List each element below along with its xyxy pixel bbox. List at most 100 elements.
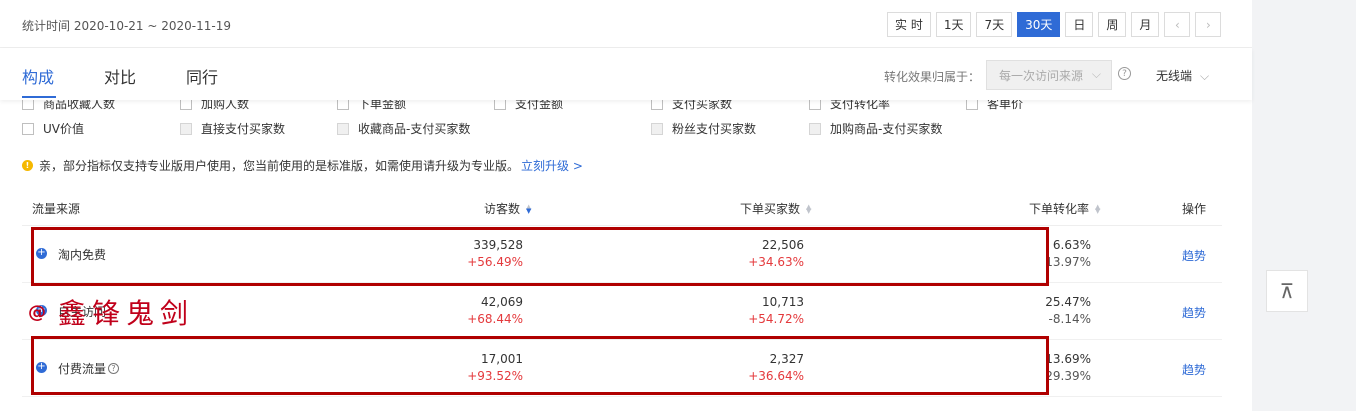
checkbox-box[interactable] (809, 122, 821, 135)
trend-link[interactable]: 趋势 (1182, 247, 1206, 264)
conversion-change: 29.39% (1045, 369, 1091, 383)
active-tab-indicator (22, 96, 56, 98)
trend-link[interactable]: 趋势 (1182, 361, 1206, 378)
buyers-cell: 2,327 +36.64% (748, 351, 804, 385)
expand-icon[interactable]: + (36, 248, 47, 259)
warning-icon: ! (22, 160, 33, 171)
range-7day-button[interactable]: 7天 (976, 12, 1013, 37)
tab-peers[interactable]: 同行 (186, 64, 218, 88)
notice-text: 亲，部分指标仅支持专业版用户使用，您当前使用的是标准版，如需使用请升级为专业版。 (39, 159, 520, 173)
visitors-value: 42,069 (481, 295, 523, 309)
visitors-cell: 42,069 +68.44% (467, 294, 523, 328)
visitors-value: 17,001 (481, 352, 523, 366)
range-realtime-button[interactable]: 实 时 (887, 12, 931, 37)
tab-compare[interactable]: 对比 (104, 64, 136, 88)
buyers-value: 2,327 (769, 352, 804, 366)
arrow-up-icon: ⊼ (1279, 279, 1295, 303)
col-conversion[interactable]: 下单转化率 ▲ ▼ (1029, 200, 1100, 217)
table-row: + 自主访问 42,069 +68.44% 10,713 +54.72% 25.47… (22, 283, 1222, 340)
checkbox-label: 粉丝支付买家数 (672, 122, 757, 136)
col-visitors[interactable]: 访客数 ▲ ▼ (484, 200, 531, 217)
next-period-button[interactable]: › (1195, 12, 1222, 37)
conversion-cell: 6.63% 13.97% (1045, 237, 1091, 271)
trend-link[interactable]: 趋势 (1182, 304, 1206, 321)
device-select-value: 无线端 (1156, 69, 1193, 83)
tab-composition[interactable]: 构成 (22, 64, 54, 88)
metric-checkbox[interactable]: 粉丝支付买家数 (651, 120, 756, 137)
chevron-down-icon: ⌵ (1200, 69, 1210, 83)
upgrade-notice: ! 亲，部分指标仅支持专业版用户使用，您当前使用的是标准版，如需使用请升级为专业… (22, 157, 583, 174)
col-buyers[interactable]: 下单买家数 ▲ ▼ (740, 200, 811, 217)
range-day-button[interactable]: 日 (1065, 12, 1094, 37)
source-label: 付费流量 (58, 362, 107, 376)
checkbox-box[interactable] (22, 122, 34, 135)
conversion-value: 13.69% (1045, 352, 1091, 366)
range-1day-button[interactable]: 1天 (935, 12, 972, 37)
metric-checkbox[interactable]: UV价值 (22, 120, 84, 137)
back-to-top-button[interactable]: ⊼ (1266, 270, 1308, 312)
range-selector: 实 时 1天 7天 30天 日 周 月 ‹ › (887, 12, 1222, 37)
col-visitors-label: 访客数 (484, 202, 521, 216)
table-row: + 付费流量? 17,001 +93.52% 2,327 +36.64% 13.69… (22, 340, 1222, 397)
chevron-down-icon: ⌵ (1091, 67, 1101, 81)
watermark-text: 鑫锋鬼剑 (58, 297, 195, 330)
col-conversion-label: 下单转化率 (1029, 202, 1090, 216)
sort-icon[interactable]: ▲ ▼ (806, 203, 811, 214)
conversion-change: -8.14% (1048, 312, 1091, 326)
conversion-change: 13.97% (1045, 255, 1091, 269)
range-month-button[interactable]: 月 (1131, 12, 1160, 37)
checkbox-box[interactable] (651, 122, 663, 135)
stat-time: 统计时间 2020-10-21 ~ 2020-11-19 (22, 19, 231, 33)
visitors-change: +93.52% (467, 369, 523, 383)
source-name: 付费流量? (58, 360, 120, 377)
col-action: 操作 (1182, 202, 1207, 216)
metric-checkbox[interactable]: 收藏商品-支付买家数 (337, 120, 470, 137)
buyers-value: 10,713 (762, 295, 804, 309)
col-buyers-label: 下单买家数 (740, 202, 801, 216)
buyers-change: +54.72% (748, 312, 804, 326)
chevron-right-icon: › (1206, 17, 1211, 32)
buyers-value: 22,506 (762, 238, 804, 252)
conversion-value: 25.47% (1045, 295, 1091, 309)
conversion-cell: 25.47% -8.14% (1045, 294, 1091, 328)
attribution-select[interactable]: 每一次访问来源 ⌵ (986, 60, 1112, 90)
metric-checkbox[interactable]: 直接支付买家数 (180, 120, 285, 137)
checkbox-box[interactable] (337, 122, 349, 135)
conversion-value: 6.63% (1052, 238, 1091, 252)
range-week-button[interactable]: 周 (1098, 12, 1127, 37)
checkbox-label: 直接支付买家数 (201, 122, 286, 136)
help-icon[interactable]: ? (108, 363, 120, 374)
watermark-at: @ (28, 301, 52, 323)
main-panel: 统计时间 2020-10-21 ~ 2020-11-19 实 时 1天 7天 3… (0, 0, 1252, 411)
sort-icon[interactable]: ▲ ▼ (526, 203, 531, 214)
checkbox-label: 加购商品-支付买家数 (830, 122, 943, 136)
attribution-label: 转化效果归属于： (884, 70, 981, 84)
table-row: + 淘内免费 339,528 +56.49% 22,506 +34.63% 6.63… (22, 226, 1222, 283)
col-source: 流量来源 (32, 202, 81, 216)
visitors-cell: 17,001 +93.52% (467, 351, 523, 385)
conversion-cell: 13.69% 29.39% (1045, 351, 1091, 385)
attribution-select-value: 每一次访问来源 (999, 68, 1084, 83)
metric-checkbox-row-2: UV价值 直接支付买家数 收藏商品-支付买家数 粉丝支付买家数 加购商品-支付买… (0, 120, 1252, 138)
buyers-cell: 10,713 +54.72% (748, 294, 804, 328)
checkbox-label: UV价值 (43, 122, 84, 136)
watermark: @ 鑫锋鬼剑 (28, 292, 194, 332)
tabs-row: 构成 对比 同行 转化效果归属于： 每一次访问来源 ⌵ ? 无线端 ⌵ (0, 48, 1252, 100)
range-30day-button[interactable]: 30天 (1017, 12, 1061, 37)
metric-checkbox[interactable]: 加购商品-支付买家数 (809, 120, 942, 137)
header: 统计时间 2020-10-21 ~ 2020-11-19 实 时 1天 7天 3… (0, 0, 1252, 48)
upgrade-link[interactable]: 立刻升级 > (521, 157, 583, 174)
sort-icon[interactable]: ▲ ▼ (1095, 203, 1100, 214)
table-header: 流量来源 访客数 ▲ ▼ 下单买家数 ▲ ▼ 下单转化率 ▲ ▼ 操作 (22, 190, 1222, 226)
buyers-cell: 22,506 +34.63% (748, 237, 804, 271)
expand-icon[interactable]: + (36, 362, 47, 373)
device-select[interactable]: 无线端 ⌵ (1156, 67, 1209, 84)
checkbox-label: 收藏商品-支付买家数 (358, 122, 471, 136)
chevron-left-icon: ‹ (1175, 17, 1180, 32)
checkbox-box[interactable] (180, 122, 192, 135)
source-name: 淘内免费 (58, 248, 107, 262)
prev-period-button[interactable]: ‹ (1164, 12, 1191, 37)
buyers-change: +36.64% (748, 369, 804, 383)
visitors-change: +68.44% (467, 312, 523, 326)
help-icon[interactable]: ? (1118, 67, 1131, 80)
